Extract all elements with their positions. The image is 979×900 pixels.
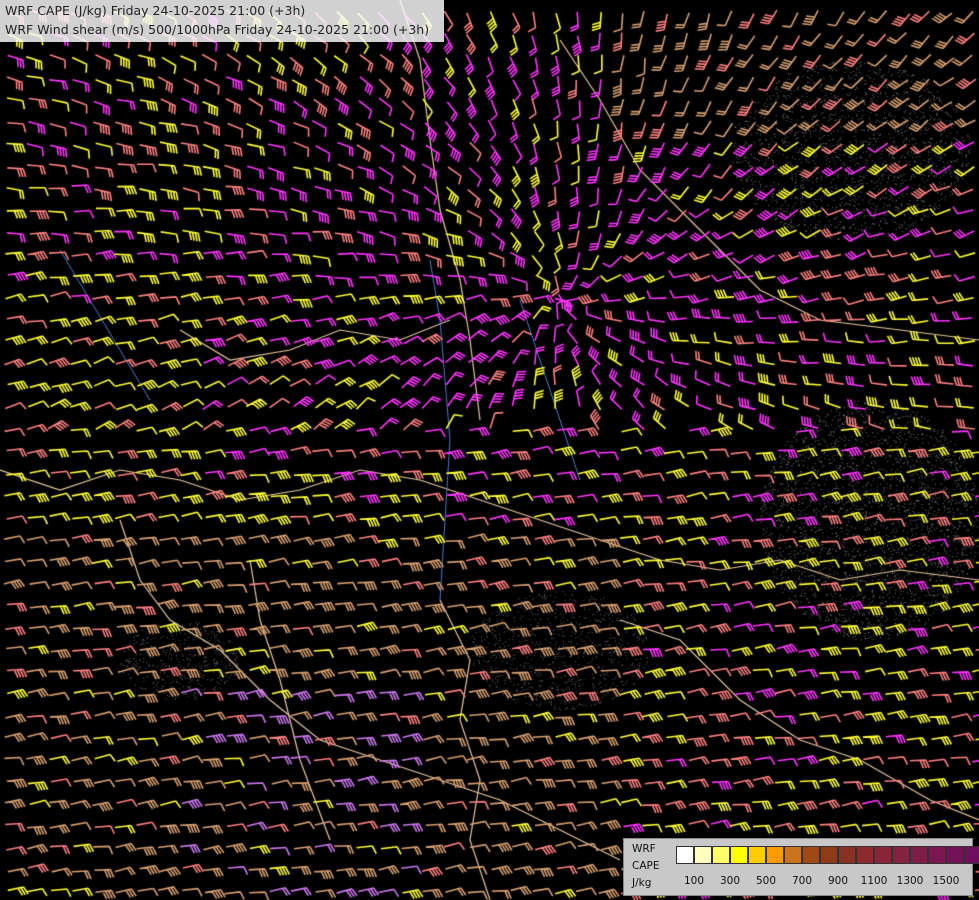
legend-swatch xyxy=(784,846,802,864)
legend-label-cape: CAPE xyxy=(632,860,660,872)
legend-color-scale xyxy=(676,846,979,864)
legend-tick: 300 xyxy=(719,875,741,887)
legend-swatch xyxy=(892,846,910,864)
cape-title: WRF CAPE (J/kg) Friday 24-10-2025 21:00 … xyxy=(5,3,306,18)
legend-swatch xyxy=(694,846,712,864)
legend-ticks: 100 300 500 700 900 1100 1300 1500 xyxy=(676,875,966,889)
legend-tick: 100 xyxy=(683,875,705,887)
legend-tick: 900 xyxy=(827,875,849,887)
legend-swatch xyxy=(874,846,892,864)
legend-swatch xyxy=(928,846,946,864)
legend-label-wrf: WRF xyxy=(632,843,656,855)
legend-swatch xyxy=(910,846,928,864)
legend-tick: 1100 xyxy=(860,875,888,887)
legend-label-unit: J/kg xyxy=(632,877,652,889)
legend-swatch xyxy=(748,846,766,864)
legend-tick: 500 xyxy=(755,875,777,887)
legend-tick: 700 xyxy=(791,875,813,887)
legend-swatch xyxy=(730,846,748,864)
wind-shear-map xyxy=(0,0,979,900)
legend-tick: 1300 xyxy=(896,875,924,887)
legend-swatch xyxy=(802,846,820,864)
legend-swatch xyxy=(838,846,856,864)
legend-swatch xyxy=(820,846,838,864)
legend-tick: 1500 xyxy=(932,875,960,887)
legend-swatch xyxy=(712,846,730,864)
legend-swatch xyxy=(766,846,784,864)
wind-shear-title: WRF Wind shear (m/s) 500/1000hPa Friday … xyxy=(5,22,430,37)
cape-legend: WRF CAPE J/kg 100 300 500 700 900 1100 1300 150… xyxy=(623,838,979,896)
legend-swatch xyxy=(676,846,694,864)
legend-swatch xyxy=(856,846,874,864)
legend-swatch xyxy=(964,846,979,864)
legend-swatch xyxy=(946,846,964,864)
map-title-box: WRF CAPE (J/kg) Friday 24-10-2025 21:00 … xyxy=(0,0,444,42)
